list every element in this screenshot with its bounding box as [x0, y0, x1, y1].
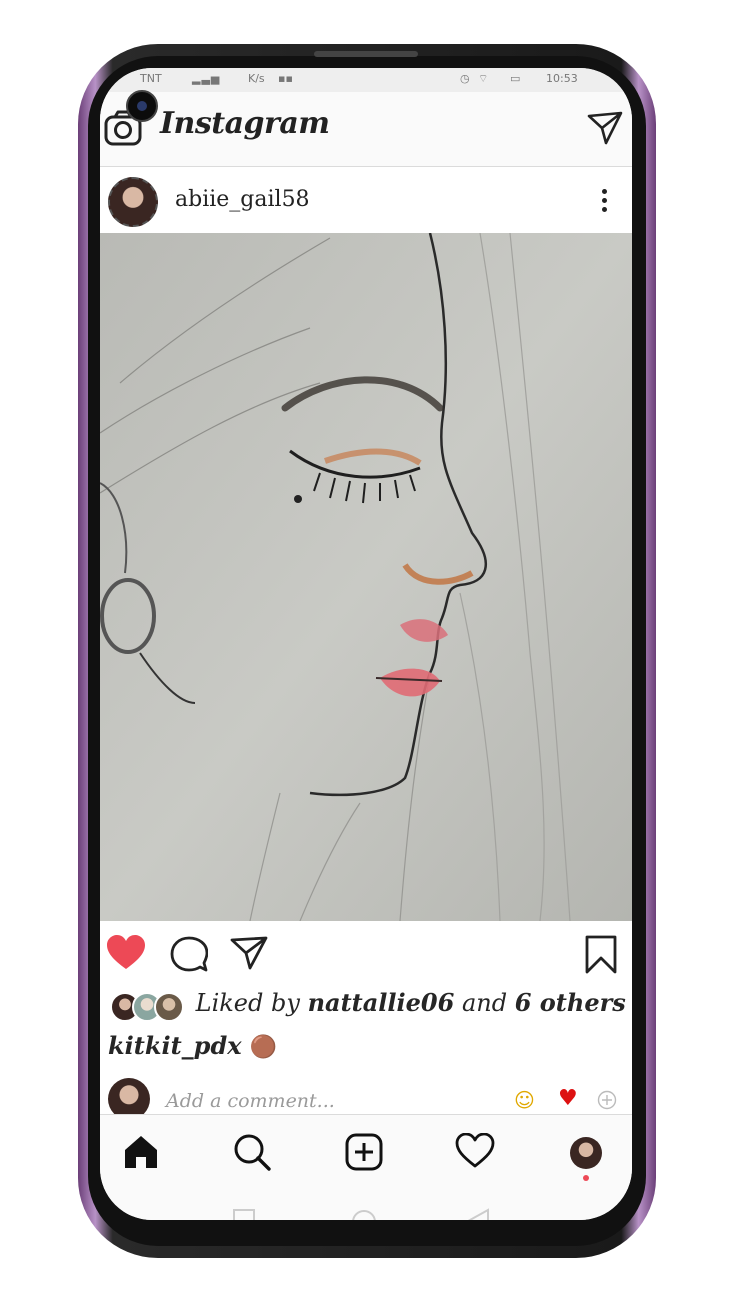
- app-bar: Instagram: [100, 92, 632, 167]
- home-icon[interactable]: [122, 1133, 160, 1171]
- status-time: 10:53: [546, 72, 578, 85]
- direct-message-icon[interactable]: [586, 110, 624, 146]
- comment-icon[interactable]: [170, 936, 208, 972]
- bookmark-icon[interactable]: [584, 935, 618, 975]
- status-bar: TNT ▂▃▅ K/s ▪▪ ◷ ⌔ ▭ 10:53: [100, 68, 632, 92]
- laughing-emoji-icon[interactable]: ☺: [514, 1088, 535, 1112]
- back-icon[interactable]: [466, 1208, 492, 1220]
- wifi-icon: ⌔: [478, 72, 489, 85]
- bottom-navigation: [100, 1114, 632, 1189]
- home-button-icon[interactable]: [350, 1208, 378, 1220]
- caption-username[interactable]: kitkit_pdx: [108, 1031, 242, 1060]
- new-post-icon[interactable]: [344, 1132, 384, 1172]
- profile-avatar-icon[interactable]: [570, 1137, 602, 1169]
- signal-icon: ▂▃▅: [192, 72, 221, 85]
- recents-icon[interactable]: [232, 1208, 256, 1220]
- front-camera: [126, 90, 158, 122]
- battery-icon: ▭: [510, 72, 521, 85]
- network-speed: K/s: [248, 72, 265, 85]
- post-author-username[interactable]: abiie_gail58: [175, 187, 310, 212]
- liker-avatars[interactable]: [108, 991, 188, 1022]
- carrier-label: TNT: [140, 72, 162, 85]
- post-image[interactable]: [100, 232, 632, 922]
- liked-others-link[interactable]: 6 others: [515, 988, 626, 1017]
- liked-by-user-link[interactable]: nattallie06: [308, 988, 455, 1017]
- post-caption: kitkit_pdx 🟤: [108, 1031, 277, 1060]
- notification-icon: ▪▪: [278, 72, 293, 85]
- post-actions: [100, 921, 632, 981]
- system-navigation-bar: [100, 1188, 632, 1220]
- activity-heart-icon[interactable]: [455, 1133, 495, 1169]
- post-author-avatar[interactable]: [108, 177, 158, 227]
- app-logo: Instagram: [160, 106, 330, 141]
- more-options-icon[interactable]: [600, 189, 608, 215]
- post-header: abiie_gail58: [100, 167, 632, 233]
- comment-row: Add a comment... ☺ ♥: [100, 1074, 632, 1120]
- screen: TNT ▂▃▅ K/s ▪▪ ◷ ⌔ ▭ 10:53 Instagram abi…: [100, 68, 632, 1220]
- notification-dot: [583, 1175, 589, 1181]
- liked-by-joiner: and: [461, 989, 508, 1017]
- caption-emoji: 🟤: [249, 1035, 278, 1060]
- search-icon[interactable]: [232, 1132, 272, 1172]
- comment-input[interactable]: Add a comment...: [166, 1090, 335, 1112]
- phone-speaker: [314, 51, 418, 57]
- heart-icon[interactable]: [106, 935, 146, 971]
- add-emoji-icon[interactable]: [597, 1090, 617, 1110]
- alarm-icon: ◷: [460, 72, 470, 85]
- liked-by-label: Liked by: [195, 989, 300, 1017]
- likes-line: Liked by nattallie06 and 6 others: [108, 988, 626, 1022]
- share-icon[interactable]: [230, 936, 268, 970]
- red-heart-emoji-icon[interactable]: ♥: [558, 1086, 578, 1111]
- sketch-illustration: [100, 232, 632, 922]
- liker-avatar: [154, 991, 184, 1022]
